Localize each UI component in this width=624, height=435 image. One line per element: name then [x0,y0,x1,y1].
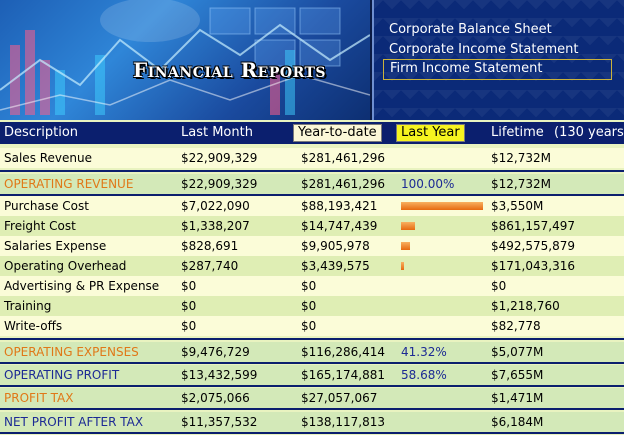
cell-last-month: $7,022,090 [181,199,250,213]
cell-lifetime: $1,218,760 [491,299,560,313]
cell-last-month: $0 [181,299,197,313]
table-row-salaries-expense: Salaries Expense $828,691 $9,905,978 $49… [0,236,624,256]
tab-year-to-date[interactable]: Year-to-date [293,124,382,142]
col-lifetime-years: (130 years) [554,125,624,140]
menu-item-corporate-income-statement[interactable]: Corporate Income Statement [383,40,585,59]
cell-lifetime: $1,471M [491,391,544,405]
row-label: Operating Overhead [4,259,127,273]
cell-last-month: $0 [181,279,197,293]
cell-lifetime: $861,157,497 [491,219,575,233]
col-last-month[interactable]: Last Month [181,122,253,144]
cell-ytd: $9,905,978 [301,239,370,253]
cell-last-month: $22,909,329 [181,151,258,165]
table-row-operating-expenses: OPERATING EXPENSES $9,476,729 $116,286,4… [0,342,624,362]
table-row-training: Training $0 $0 $1,218,760 [0,296,624,316]
divider [0,432,624,434]
cell-last-month: $22,909,329 [181,177,258,191]
table-row-advertising: Advertising & PR Expense $0 $0 $0 [0,276,624,296]
cell-ytd: $3,439,575 [301,259,370,273]
cell-lifetime: $3,550M [491,199,544,213]
cell-ytd: $0 [301,279,317,293]
cell-lifetime: $171,043,316 [491,259,575,273]
row-label: Salaries Expense [4,239,107,253]
column-header-bar: Description Last Month Year-to-date Last… [0,122,624,144]
table-row-profit-tax: PROFIT TAX $2,075,066 $27,057,067 $1,471… [0,388,624,408]
cell-lifetime: $82,778 [491,319,541,333]
cell-ytd: $165,174,881 [301,368,385,382]
row-label: NET PROFIT AFTER TAX [4,415,144,429]
cell-lifetime: $492,575,879 [491,239,575,253]
expense-share-bar [401,222,415,230]
cell-ytd: $27,057,067 [301,391,378,405]
cell-lifetime: $0 [491,279,507,293]
cell-lifetime: $6,184M [491,415,544,429]
cell-lifetime: $5,077M [491,345,544,359]
banner: Financial Reports [0,0,372,120]
cell-last-month: $1,338,207 [181,219,250,233]
cell-ytd: $0 [301,299,317,313]
expense-share-bar [401,242,410,250]
row-label: PROFIT TAX [4,391,74,405]
table-row-sales-revenue: Sales Revenue $22,909,329 $281,461,296 $… [0,148,624,168]
cell-last-month: $11,357,532 [181,415,258,429]
cell-ytd: $14,747,439 [301,219,378,233]
banner-title: Financial Reports [133,58,326,82]
menu-item-corporate-balance-sheet[interactable]: Corporate Balance Sheet [383,20,558,39]
cell-last-year: 100.00% [401,177,455,191]
menu-item-firm-income-statement[interactable]: Firm Income Statement [383,59,612,80]
divider [0,338,624,340]
cell-last-month: $0 [181,319,197,333]
cell-last-month: $13,432,599 [181,368,258,382]
report-menu: Corporate Balance Sheet Corporate Income… [372,0,624,120]
cell-lifetime: $12,732M [491,177,551,191]
table-row-write-offs: Write-offs $0 $0 $82,778 [0,316,624,336]
row-label: OPERATING PROFIT [4,368,120,382]
table-row-operating-revenue: OPERATING REVENUE $22,909,329 $281,461,2… [0,174,624,194]
row-label: Purchase Cost [4,199,89,213]
table-row-net-profit: NET PROFIT AFTER TAX $11,357,532 $138,11… [0,412,624,432]
cell-lifetime: $12,732M [491,151,551,165]
table-row-freight-cost: Freight Cost $1,338,207 $14,747,439 $861… [0,216,624,236]
row-label: Training [4,299,52,313]
cell-last-month: $9,476,729 [181,345,250,359]
row-label: Advertising & PR Expense [4,279,160,293]
divider [0,385,624,387]
table-row-operating-profit: OPERATING PROFIT $13,432,599 $165,174,88… [0,365,624,385]
cell-last-month: $2,075,066 [181,391,250,405]
expense-share-bar [401,262,404,270]
cell-last-year: 41.32% [401,345,447,359]
row-label: OPERATING REVENUE [4,177,134,191]
cell-last-year: 58.68% [401,368,447,382]
cell-ytd: $138,117,813 [301,415,385,429]
divider [0,408,624,410]
table-row-operating-overhead: Operating Overhead $287,740 $3,439,575 $… [0,256,624,276]
row-label: Write-offs [4,319,63,333]
cell-ytd: $0 [301,319,317,333]
row-label: Sales Revenue [4,151,93,165]
cell-ytd: $281,461,296 [301,177,385,191]
cell-ytd: $116,286,414 [301,345,385,359]
row-label: OPERATING EXPENSES [4,345,139,359]
table-row-purchase-cost: Purchase Cost $7,022,090 $88,193,421 $3,… [0,196,624,216]
divider [0,170,624,172]
divider [0,362,624,364]
cell-ytd: $88,193,421 [301,199,378,213]
cell-ytd: $281,461,296 [301,151,385,165]
col-lifetime[interactable]: Lifetime [491,122,544,144]
cell-last-month: $287,740 [181,259,239,273]
expense-share-bar [401,202,483,210]
cell-last-month: $828,691 [181,239,239,253]
row-label: Freight Cost [4,219,76,233]
tab-last-year[interactable]: Last Year [396,124,465,142]
col-description: Description [4,125,79,140]
cell-lifetime: $7,655M [491,368,544,382]
